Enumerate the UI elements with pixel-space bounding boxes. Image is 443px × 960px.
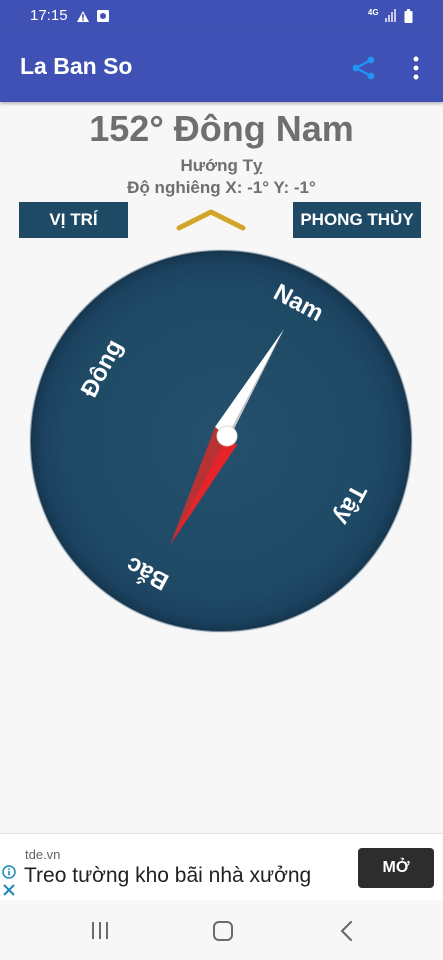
status-right: 4G [368,8,417,26]
ad-info-icon[interactable] [2,865,16,879]
compass-dial: Nam Đông Tây Bắc [29,249,413,633]
ad-close-icon[interactable] [3,884,15,896]
location-button[interactable]: VỊ TRÍ [19,202,128,238]
ad-banner[interactable]: tde.vn Treo tường kho bãi nhà xưởng MỞ [0,833,443,901]
network-type: 4G [367,8,379,17]
more-vert-icon[interactable] [406,54,426,82]
share-icon[interactable] [350,54,378,82]
fengshui-button[interactable]: PHONG THỦY [293,202,421,238]
direction-label: Hướng Tỵ [180,156,263,175]
nav-bar [0,900,443,960]
needle-pivot [216,425,238,447]
ad-open-button[interactable]: MỞ [358,848,434,888]
tilt-readout: Độ nghiêng X: -1° Y: -1° [127,178,316,197]
status-time: 17:15 [30,7,68,24]
ad-text[interactable]: Treo tường kho bãi nhà xưởng [24,864,311,888]
ad-domain: tde.vn [25,847,61,862]
app-bar: La Ban So [0,32,443,102]
back-icon[interactable] [333,918,361,944]
app-title: La Ban So [20,53,133,79]
heading-readout: 152° Đông Nam [89,108,354,149]
status-bar: 17:15 4G [0,0,443,32]
home-icon[interactable] [209,918,237,944]
chevron-up-icon [176,209,246,231]
recent-apps-icon[interactable] [86,918,114,944]
signal-battery-icon [385,9,413,23]
notification-icons [77,10,109,22]
